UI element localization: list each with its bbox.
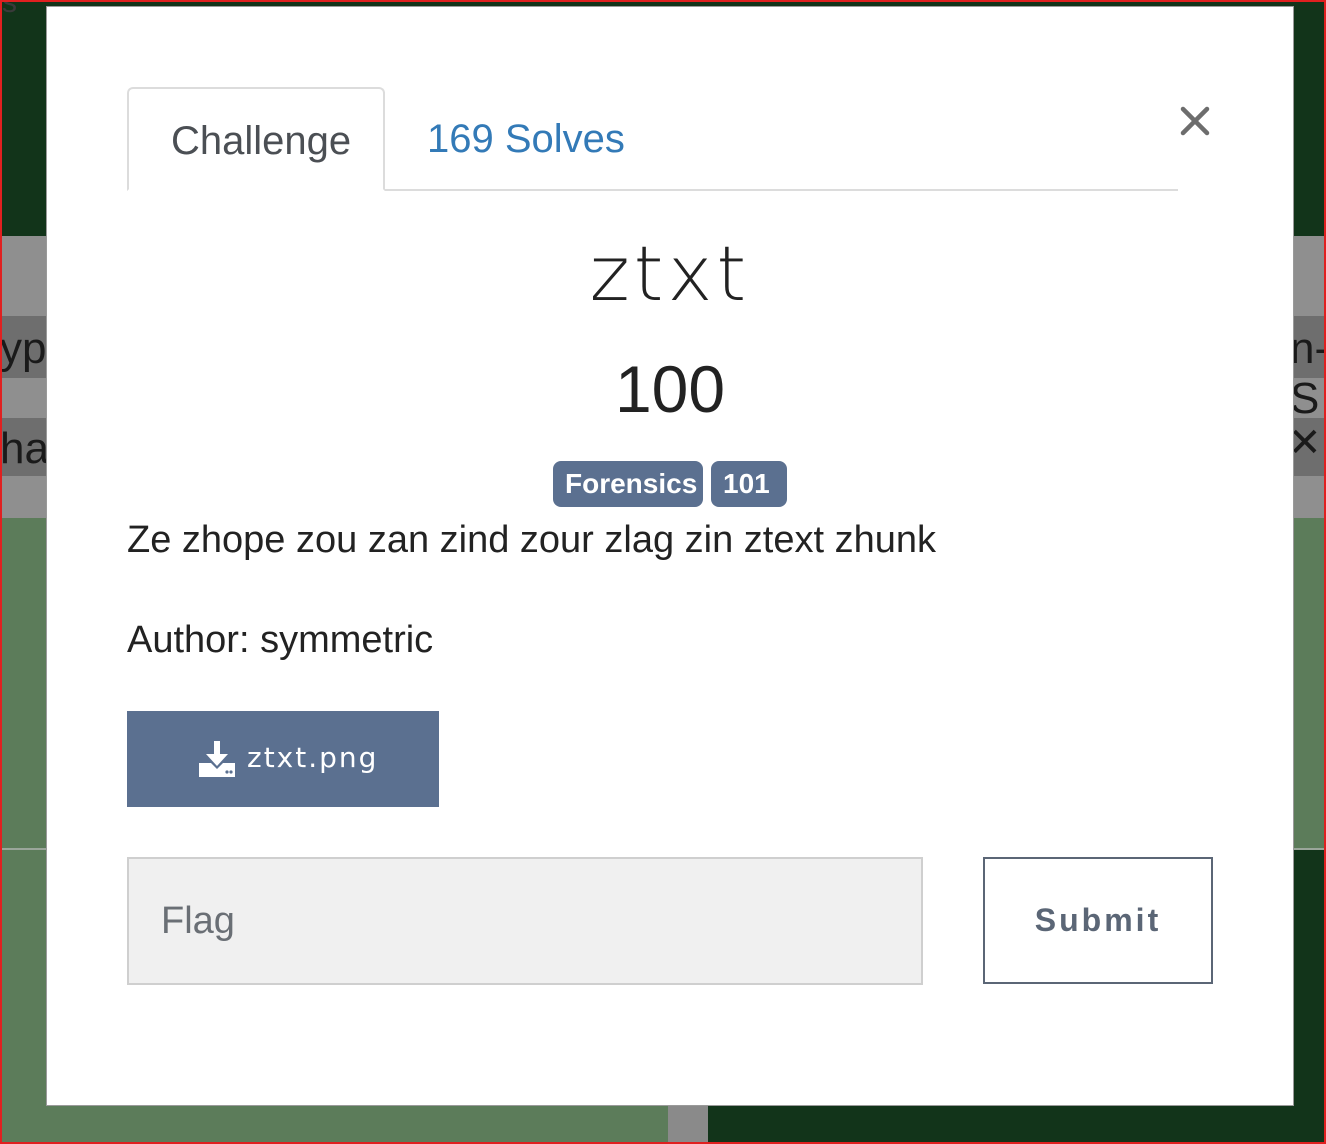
close-icon-glyph: [1180, 106, 1210, 136]
tag-category: Forensics: [553, 461, 703, 507]
challenge-name: ztxt: [589, 229, 751, 318]
flag-input[interactable]: [127, 857, 923, 985]
background-category-text: n-S: [1290, 324, 1326, 423]
tag-level: 101: [711, 461, 787, 507]
download-icon: [199, 741, 235, 777]
modal-tabs: Challenge 169 Solves: [127, 87, 1178, 191]
challenge-points: 100: [614, 352, 726, 426]
challenge-author: Author: symmetric: [127, 619, 434, 661]
tab-challenge[interactable]: Challenge: [127, 87, 385, 191]
file-name: ztxt.png: [247, 741, 379, 774]
file-download-button[interactable]: ztxt.png: [127, 711, 439, 807]
close-icon[interactable]: [1175, 95, 1215, 145]
background-scroll-strip: [668, 1104, 708, 1144]
background-nav-text: s: [2, 0, 17, 19]
tab-solves[interactable]: 169 Solves: [385, 87, 667, 189]
challenge-modal: Challenge 169 Solves ztxt 100 Forensics …: [46, 6, 1294, 1106]
submit-button[interactable]: Submit: [983, 857, 1213, 984]
challenge-description: Ze zhope zou zan zind zour zlag zin ztex…: [127, 519, 937, 561]
